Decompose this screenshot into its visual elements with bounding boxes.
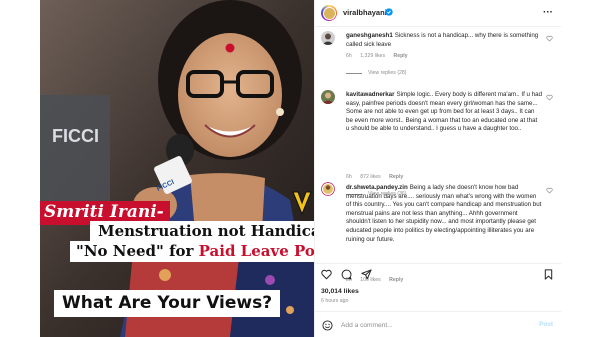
like-comment-icon[interactable] xyxy=(546,35,553,42)
post-panel: viralbhayani ··· ganeshganesh1 Sickness i… xyxy=(314,0,561,337)
reply-button[interactable]: Reply xyxy=(389,174,403,180)
commenter-avatar[interactable] xyxy=(321,31,335,45)
comment-text: ganeshganesh1 Sickness is not a handicap.… xyxy=(346,32,542,49)
comment-username[interactable]: kavitawadnerkar xyxy=(346,91,395,98)
post-header: viralbhayani ··· xyxy=(315,0,561,27)
comment-likes[interactable]: 872 likes xyxy=(360,174,380,180)
like-comment-icon[interactable] xyxy=(546,94,553,101)
view-replies-button[interactable]: View replies (28) xyxy=(346,70,407,76)
caption-subheadline: "No Need" for Paid Leave Policy xyxy=(70,241,314,262)
author-avatar[interactable] xyxy=(321,5,337,21)
comment-username[interactable]: ganeshganesh1 xyxy=(346,32,393,39)
comment-age: 6h xyxy=(346,53,352,59)
verified-badge-icon xyxy=(385,8,393,16)
brand-logo-icon xyxy=(292,191,312,216)
comment-likes[interactable]: 1,329 likes xyxy=(360,53,385,59)
comment-meta: 6h 872 likes Reply xyxy=(346,174,410,180)
caption-question: What Are Your Views? xyxy=(54,290,281,317)
comment-text: kavitawadnerkar Simple logic.. Every body… xyxy=(346,91,542,134)
comment-content: Being a lady she doesn't know how bad me… xyxy=(346,184,542,243)
comment-composer: Post xyxy=(315,311,561,337)
post-photo: FICCI FICCI xyxy=(40,0,314,337)
more-horizontal-icon[interactable]: ··· xyxy=(543,7,553,18)
reply-button[interactable]: Reply xyxy=(394,53,408,59)
comment-meta: 6h 1,329 likes Reply xyxy=(346,53,415,59)
backdrop-text: FICCI xyxy=(52,126,99,146)
comment-text: dr.shweta.pandey.zin Being a lady she doe… xyxy=(346,184,542,244)
author-username[interactable]: viralbhayani xyxy=(343,8,387,17)
add-comment-input[interactable] xyxy=(341,319,521,332)
post-timestamp[interactable]: 6 hours ago xyxy=(321,298,348,304)
like-heart-icon[interactable] xyxy=(321,269,332,280)
commenter-avatar[interactable] xyxy=(321,90,335,104)
post-actions xyxy=(315,263,561,283)
post-image[interactable]: FICCI FICCI Smriti Irani- Menstruation n… xyxy=(40,0,314,337)
comment-age: 6h xyxy=(346,174,352,180)
comment-bubble-icon[interactable] xyxy=(341,269,352,280)
like-count[interactable]: 30,014 likes xyxy=(321,288,359,295)
share-send-icon[interactable] xyxy=(361,269,372,280)
caption-subheadline-prefix: "No Need" for xyxy=(76,242,199,260)
view-replies-label[interactable]: View replies (28) xyxy=(368,70,407,76)
caption-subheadline-highlight: Paid Leave Policy xyxy=(198,242,314,260)
bookmark-icon[interactable] xyxy=(543,269,554,280)
emoji-icon[interactable] xyxy=(322,320,333,331)
commenter-avatar[interactable] xyxy=(321,182,335,196)
like-comment-icon[interactable] xyxy=(546,187,553,194)
post-comment-button[interactable]: Post xyxy=(539,321,553,328)
caption-headline: Menstruation not Handicap xyxy=(90,221,314,242)
comment-username[interactable]: dr.shweta.pandey.zin xyxy=(346,184,408,191)
